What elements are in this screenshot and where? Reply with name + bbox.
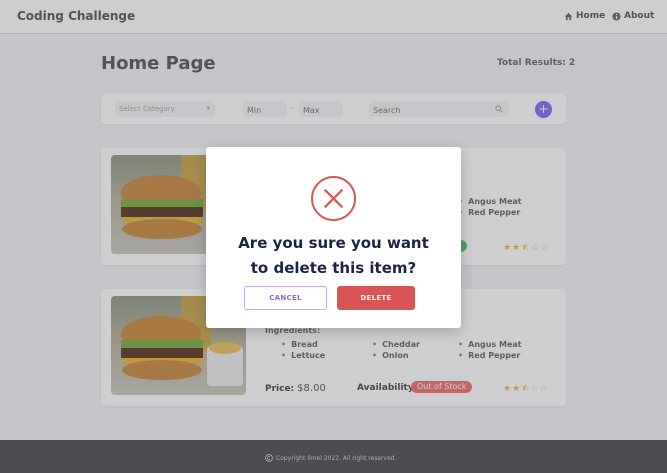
delete-confirm-dialog: Are you sure you want to delete this ite… <box>206 147 461 328</box>
dialog-message-line1: Are you sure you want <box>238 234 429 252</box>
dialog-message-line2: to delete this item? <box>250 259 417 277</box>
close-circle-icon <box>310 175 357 222</box>
cancel-button[interactable]: CANCEL <box>244 286 327 310</box>
delete-button[interactable]: DELETE <box>337 286 415 310</box>
dialog-message: Are you sure you want to delete this ite… <box>206 231 461 281</box>
